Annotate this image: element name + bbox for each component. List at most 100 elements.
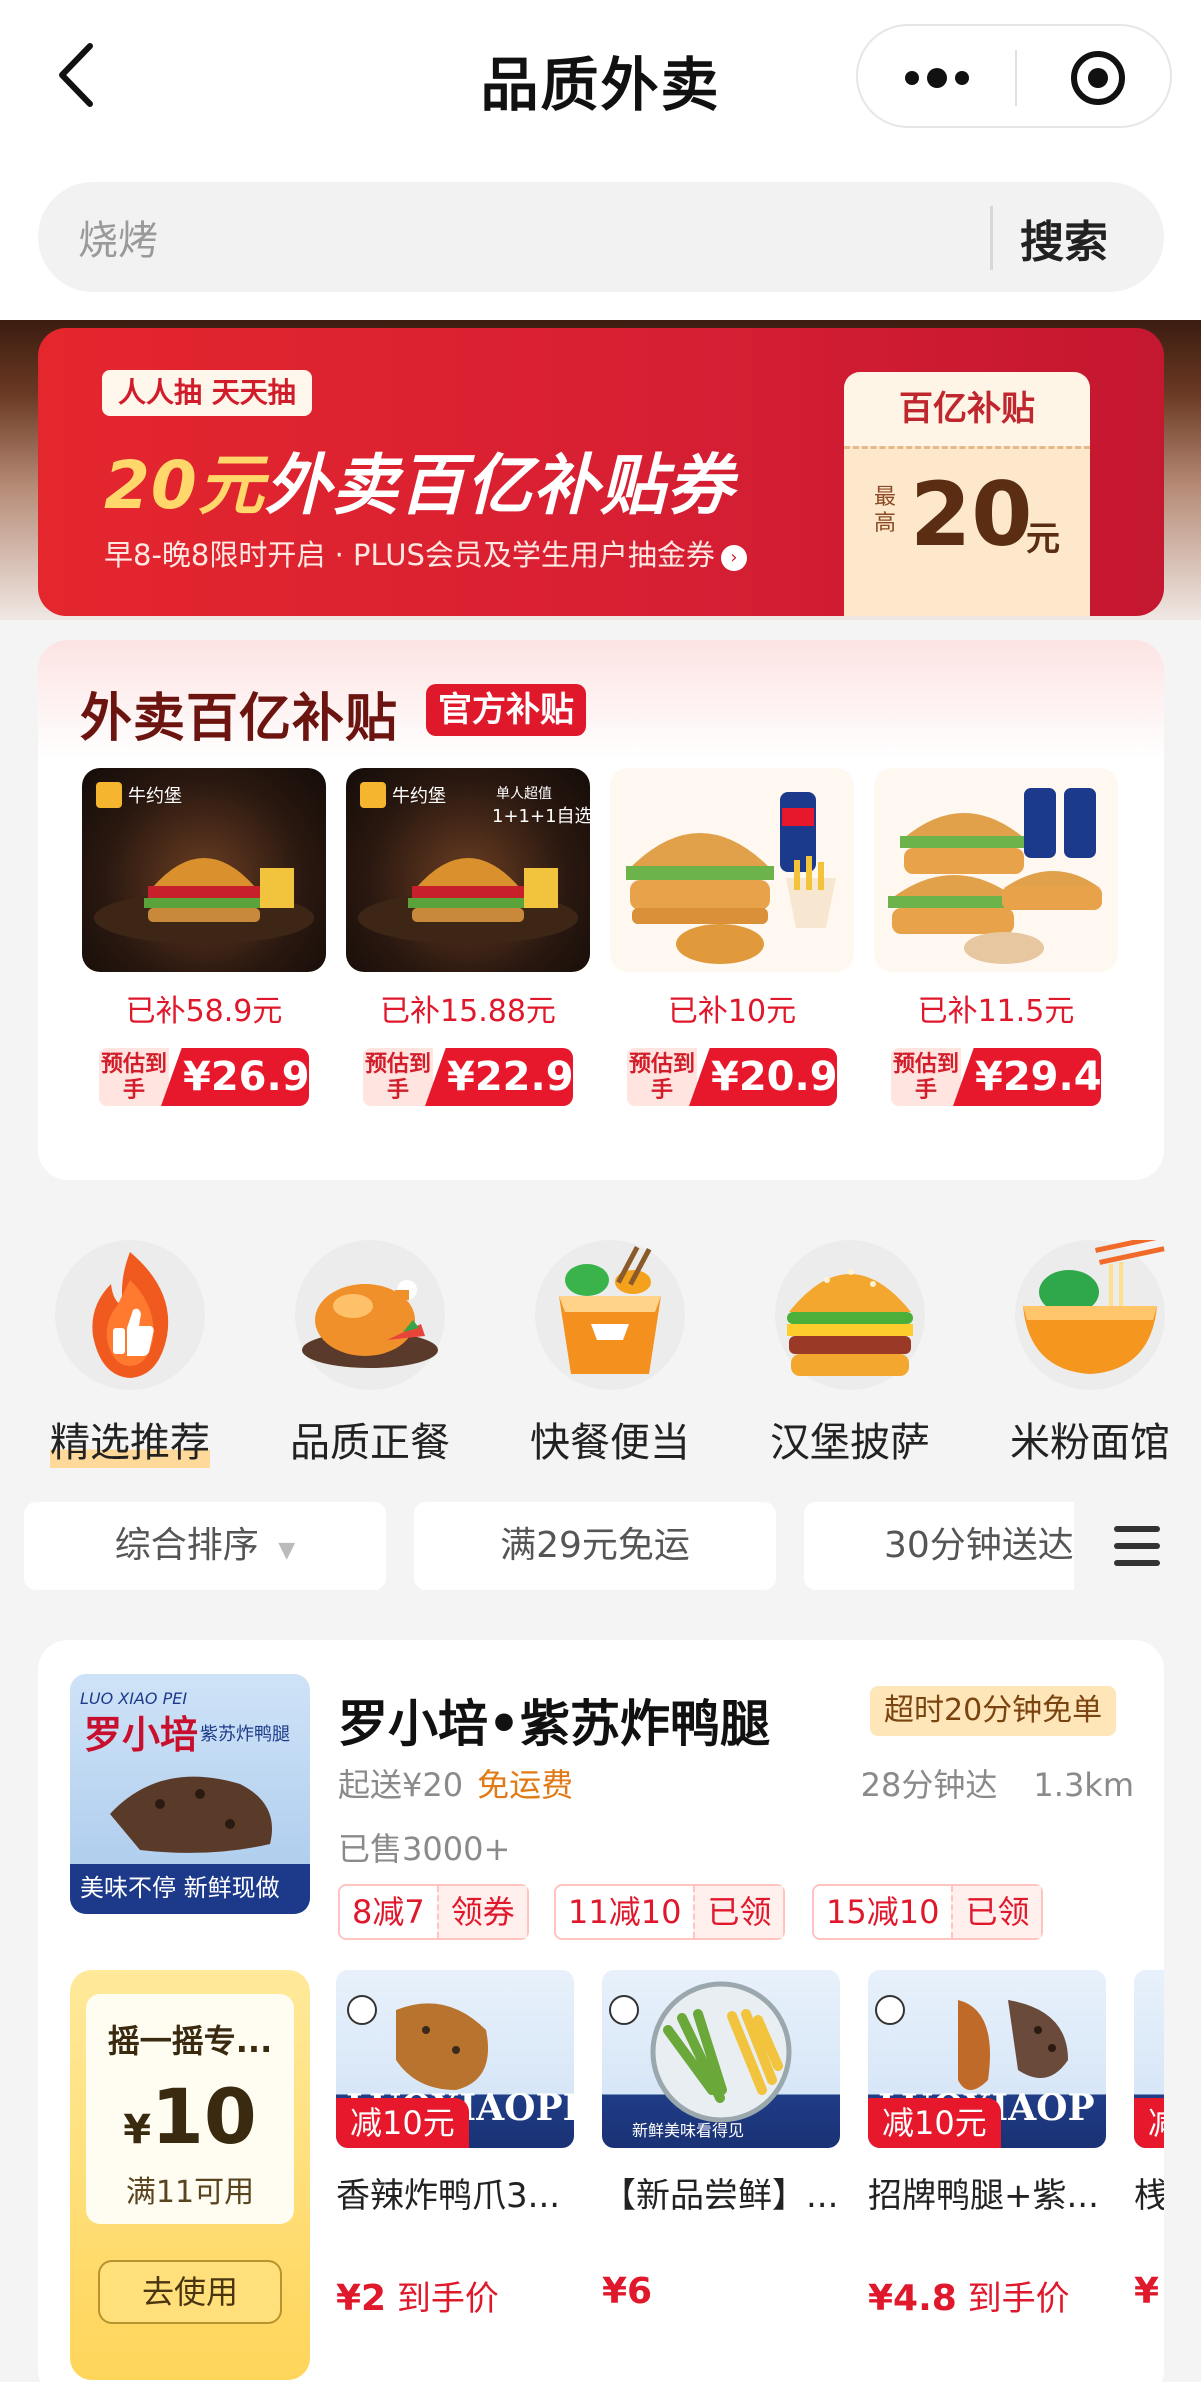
caret-down-icon: ▼: [278, 1538, 296, 1563]
menu-item[interactable]: 新鲜美味看得见 【新品尝鲜】... ¥6: [602, 1970, 840, 2312]
price-value: ¥4.8: [868, 2278, 957, 2319]
shake-condition: 满11可用: [125, 2175, 255, 2210]
coupon-tag[interactable]: 15减10 已领: [812, 1884, 1044, 1940]
discount-tag: 减10元: [336, 2098, 469, 2148]
svg-text:罗小培: 罗小培: [84, 1712, 198, 1757]
category-fast-food[interactable]: 快餐便当: [510, 1240, 710, 1468]
banner-amount: 20元: [104, 447, 265, 524]
coupon-tag[interactable]: 11减10 已领: [554, 1884, 786, 1940]
menu-lines-icon[interactable]: [1112, 1522, 1162, 1570]
shop-logo: LUO XIAO PEI 罗小培 紫苏炸鸭腿 美味不停 新鲜现做: [70, 1674, 310, 1914]
use-coupon-button[interactable]: 去使用: [98, 2260, 282, 2324]
coupon-action: 领券: [436, 1886, 527, 1938]
item-price: ¥: [1134, 2271, 1164, 2312]
subsidy-product[interactable]: 已补11.5元 预估到手 ¥29.4: [874, 768, 1118, 1106]
subsidy-product[interactable]: 牛约堡 单人超值 1+1+1自选 已补15.88元 预估到手 ¥22.9: [346, 768, 590, 1106]
price-value: ¥29.4: [953, 1048, 1101, 1106]
sort-filter[interactable]: 综合排序 ▼: [24, 1502, 386, 1590]
coupon-tag[interactable]: 8减7 领券: [338, 1884, 529, 1940]
close-target-icon[interactable]: [1068, 48, 1128, 108]
delivery-eta: 28分钟达: [860, 1766, 998, 1804]
duck-leg-image: LUOXIAOP 减10元: [868, 1970, 1106, 2148]
chevron-right-icon: ›: [720, 545, 747, 571]
shop-delivery-info: 起送¥20 免运费: [338, 1760, 573, 1806]
svg-text:美味不停 新鲜现做: 美味不停 新鲜现做: [80, 1874, 280, 1902]
capsule-divider: [1015, 50, 1017, 106]
svg-text:1+1+1自选: 1+1+1自选: [492, 806, 590, 827]
shake-amount: ¥10: [86, 2072, 294, 2161]
banner-subtitle: 早8-晚8限时开启 · PLUS会员及学生用户抽金券 ›: [104, 532, 747, 574]
item-price: ¥4.8 到手价: [868, 2271, 1106, 2320]
menu-item-partial[interactable]: 减 桟 ¥: [1134, 1970, 1164, 2312]
banner-subtitle-text: 早8-晚8限时开启 · PLUS会员及学生用户抽金券: [104, 538, 715, 572]
promo-banner[interactable]: 人人抽 天天抽 20元外卖百亿补贴券 早8-晚8限时开启 · PLUS会员及学生…: [38, 328, 1164, 616]
menu-item[interactable]: LUOXIAOP 减10元 招牌鸭腿+紫... ¥4.8 到手价: [868, 1970, 1106, 2320]
takeout-box-icon: [535, 1240, 685, 1390]
subsidy-product[interactable]: 已补10元 预估到手 ¥20.9: [610, 768, 854, 1106]
coupon-deal: 8减7: [352, 1893, 425, 1931]
item-image-partial: 减: [1134, 1970, 1164, 2148]
sort-filter-label: 综合排序: [114, 1525, 259, 1566]
more-dots-icon[interactable]: [902, 64, 972, 92]
subsidy-product[interactable]: 牛约堡 已补58.9元 预估到手 ¥26.9: [82, 768, 326, 1106]
subsidy-amount: 已补58.9元: [125, 994, 283, 1029]
category-noodles[interactable]: 米粉面馆: [990, 1233, 1190, 1468]
subsidy-amount: 已补10元: [667, 994, 797, 1029]
fast-delivery-filter[interactable]: 30分钟送达: [804, 1502, 1074, 1590]
price-value: ¥: [1134, 2271, 1160, 2312]
coupon-unit: 元: [1026, 519, 1060, 559]
shake-title: 摇一摇专...: [107, 2022, 273, 2060]
coupon-action: 已领: [693, 1886, 784, 1938]
shake-amount-value: 10: [151, 2072, 257, 2161]
category-row: 精选推荐 品质正餐 快餐便当 汉堡披萨 米粉面馆: [0, 1210, 1201, 1490]
category-quality-meal[interactable]: 品质正餐: [270, 1240, 470, 1468]
fries-image: 新鲜美味看得见: [602, 1970, 840, 2148]
discount-tag: 减: [1134, 2098, 1164, 2148]
banner-tag: 人人抽 天天抽: [102, 370, 312, 416]
coupon-prefix: 最高: [874, 485, 897, 536]
discount-tag: 减10元: [868, 2098, 1001, 2148]
late-free-badge: 超时20分钟免单: [870, 1686, 1117, 1736]
price-value: ¥26.9: [161, 1048, 309, 1106]
category-burger-pizza[interactable]: 汉堡披萨: [750, 1240, 950, 1468]
estimated-price: 预估到手 ¥29.4: [891, 1048, 1101, 1106]
search-divider: [990, 206, 993, 270]
item-price: ¥2 到手价: [336, 2271, 574, 2320]
shake-coupon-card: 摇一摇专... ¥10 满11可用 去使用: [70, 1970, 310, 2380]
coupon-deal: 11减10: [568, 1893, 682, 1931]
coupon-value: 20: [910, 463, 1033, 566]
price-note: 到手价: [967, 2279, 1070, 2319]
category-label: 米粉面馆: [1010, 1420, 1170, 1466]
yuan-symbol: ¥: [123, 2107, 152, 2153]
item-name: 桟: [1134, 2176, 1164, 2216]
svg-text:紫苏炸鸭腿: 紫苏炸鸭腿: [200, 1724, 290, 1745]
burger-combo-image: 牛约堡: [82, 768, 326, 972]
free-delivery-filter[interactable]: 满29元免运: [414, 1502, 776, 1590]
menu-item[interactable]: LUOXIAOPE 减10元 香辣炸鸭爪3... ¥2 到手价: [336, 1970, 574, 2320]
svg-text:单人超值: 单人超值: [496, 786, 552, 802]
search-input[interactable]: 烧烤: [78, 208, 158, 266]
category-featured[interactable]: 精选推荐: [30, 1240, 230, 1468]
shop-name: 罗小培•紫苏炸鸭腿: [338, 1695, 770, 1753]
subsidy-title: 外卖百亿补贴: [80, 689, 399, 749]
double-burger-image: [874, 768, 1118, 972]
coupon-body: 最高 20 元: [844, 446, 1090, 616]
shake-coupon: 摇一摇专... ¥10 满11可用: [86, 1994, 294, 2224]
shop-card[interactable]: LUO XIAO PEI 罗小培 紫苏炸鸭腿 美味不停 新鲜现做 罗小培•紫苏炸…: [38, 1640, 1164, 2382]
roast-chicken-icon: [295, 1240, 445, 1390]
price-prefix: 预估到手: [891, 1048, 961, 1106]
subsidy-card: 外卖百亿补贴 官方补贴 牛约堡 已补58.9元 预估到手 ¥26.9 牛约堡 单…: [38, 640, 1164, 1180]
search-bar: 烧烤 搜索: [38, 182, 1164, 292]
noodle-bowl-icon: [1015, 1233, 1165, 1390]
svg-text:牛约堡: 牛约堡: [128, 786, 182, 807]
price-prefix: 预估到手: [627, 1048, 697, 1106]
banner-headline-text: 外卖百亿补贴券: [264, 447, 734, 524]
duck-claw-image: LUOXIAOPE 减10元: [336, 1970, 574, 2148]
mini-program-capsule: [856, 24, 1172, 128]
search-button[interactable]: 搜索: [1020, 206, 1108, 270]
banner-headline: 20元外卖百亿补贴券: [104, 432, 734, 528]
subsidy-amount: 已补15.88元: [380, 994, 556, 1029]
coupon-action: 已领: [951, 1886, 1042, 1938]
svg-text:新鲜美味看得见: 新鲜美味看得见: [632, 2121, 744, 2140]
category-label: 精选推荐: [50, 1410, 210, 1468]
